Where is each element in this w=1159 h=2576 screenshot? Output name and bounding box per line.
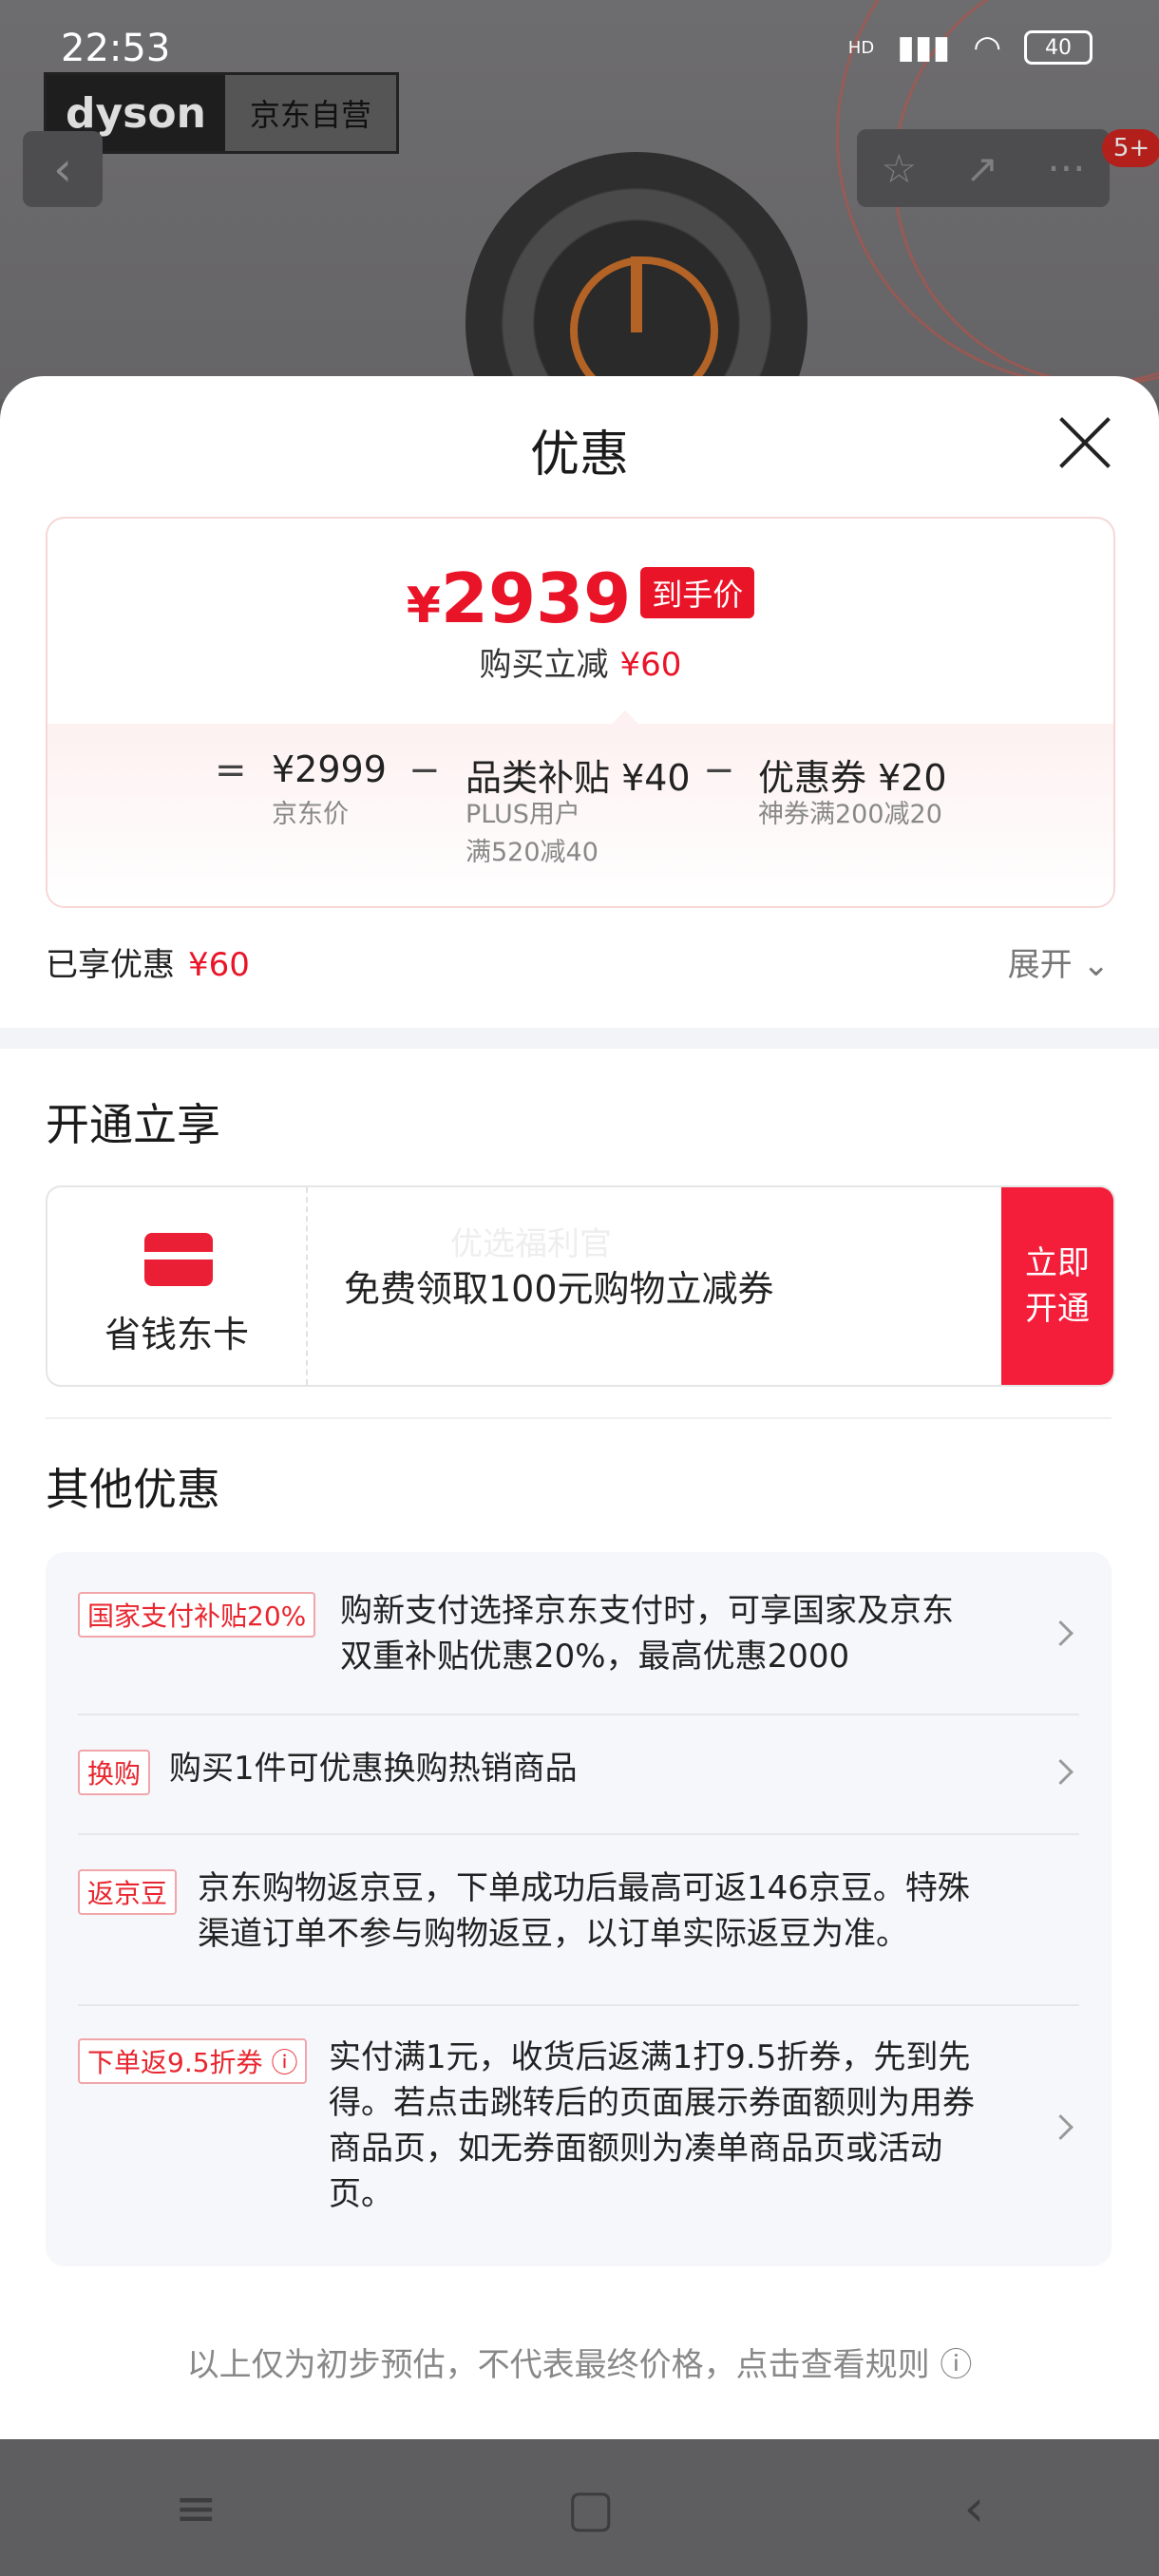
- self-operated-tag: 京东自营: [224, 75, 396, 151]
- nav-back-icon[interactable]: ‹: [964, 2478, 985, 2538]
- chevron-right-icon: [1048, 1620, 1074, 1646]
- reduce-value: ¥60: [619, 646, 682, 684]
- home-icon[interactable]: ▢: [566, 2478, 615, 2538]
- base-price: ¥2999: [272, 748, 387, 790]
- offer-text-line: 双重补贴优惠20%，最高优惠2000: [340, 1638, 850, 1676]
- back-button[interactable]: ‹: [23, 131, 103, 207]
- currency-symbol: ¥: [406, 578, 441, 635]
- close-icon[interactable]: [1056, 414, 1113, 471]
- base-price-label: 京东价: [272, 800, 349, 829]
- offer-tag-label: 下单返9.5折券: [87, 2047, 263, 2078]
- offer-tag: 国家支付补贴20%: [78, 1592, 316, 1638]
- expand-toggle[interactable]: 展开 ⌄: [1008, 938, 1110, 985]
- final-price-tag: 到手价: [640, 567, 755, 618]
- share-icon[interactable]: ↗: [965, 145, 998, 192]
- open-section-title: 开通立享: [46, 1099, 220, 1150]
- minus-sign: −: [703, 748, 735, 792]
- info-icon[interactable]: ⓘ: [271, 2047, 297, 2078]
- rules-note-text: 以上仅为初步预估，不代表最终价格，点击查看规则: [186, 2346, 930, 2384]
- offer-text-line: 渠道订单不参与购物返豆，以订单实际返豆为准。: [198, 1915, 908, 1953]
- battery-icon: 40: [1024, 30, 1092, 65]
- section-separator: [0, 1028, 1159, 1049]
- reduce-label: 购买立减: [479, 646, 609, 684]
- offer-text-line: 购新支付选择京东支付时，可享国家及京东: [340, 1592, 954, 1630]
- discount-sheet: 优惠 ¥2939 到手价 购买立减 ¥60 = ¥2999 京东价 − 品类补贴 ¥…: [0, 376, 1159, 2439]
- offer-tag: 换购: [78, 1750, 151, 1795]
- row-divider: [78, 2004, 1079, 2006]
- final-price: ¥2939 到手价: [48, 559, 1113, 638]
- info-icon: ⓘ: [940, 2346, 973, 2384]
- coupon-value: 优惠券 ¥20: [758, 757, 947, 799]
- network-label: HD: [847, 37, 875, 58]
- enjoyed-discount: 已享优惠 ¥60: [46, 938, 250, 985]
- card-offer-desc: 免费领取100元购物立减券: [344, 1268, 774, 1310]
- favorite-icon[interactable]: ☆: [882, 145, 918, 192]
- status-time: 22:53: [61, 27, 171, 70]
- offer-tag: 下单返9.5折券 ⓘ: [78, 2038, 308, 2084]
- price-summary: ¥2939 到手价 购买立减 ¥60: [48, 519, 1113, 724]
- signal-icon: ▮▮▮: [897, 28, 951, 66]
- equals-sign: =: [215, 748, 247, 792]
- subsidy-condition: PLUS用户: [466, 800, 580, 829]
- product-page-background: 22:53 HD ▮▮▮ ◠ 40 dyson 京东自营 ‹ ☆ ↗ ··· 5…: [0, 0, 1159, 399]
- category-subsidy: 品类补贴 ¥40: [466, 757, 691, 799]
- enjoyed-label: 已享优惠: [46, 946, 175, 984]
- row-divider: [78, 1833, 1079, 1835]
- subsidy-threshold: 满520减40: [466, 838, 598, 867]
- section-divider: [46, 1417, 1112, 1419]
- offer-item-return-coupon[interactable]: 下单返9.5折券 ⓘ 实付满1元，收货后返满1打9.5折券，先到先 得。若点击跳…: [78, 2035, 1075, 2221]
- wifi-icon: ◠: [973, 28, 1001, 66]
- system-nav-bar: ≡ ▢ ‹: [0, 2439, 1159, 2576]
- product-image: [466, 152, 808, 399]
- card-name: 省钱东卡: [104, 1314, 249, 1355]
- instant-reduction: 购买立减 ¥60: [48, 638, 1113, 685]
- product-stem: [631, 256, 642, 332]
- more-icon[interactable]: ···: [1047, 145, 1085, 192]
- message-badge: 5+: [1102, 129, 1159, 167]
- chevron-right-icon: [1048, 2114, 1074, 2140]
- offer-item-national-subsidy[interactable]: 国家支付补贴20% 购新支付选择京东支付时，可享国家及京东 双重补贴优惠20%，…: [78, 1588, 1075, 1679]
- status-icons: HD ▮▮▮ ◠ 40: [848, 28, 1092, 66]
- sheet-title: 优惠: [529, 426, 629, 483]
- rules-note[interactable]: 以上仅为初步预估，不代表最终价格，点击查看规则 ⓘ: [0, 2339, 1159, 2385]
- open-now-button[interactable]: 立即 开通: [1001, 1187, 1113, 1385]
- chevron-right-icon: [1048, 1759, 1074, 1785]
- offer-text-line: 购买1件可优惠换购热销商品: [169, 1750, 578, 1788]
- chevron-down-icon: ⌄: [1082, 946, 1111, 984]
- open-button-line1: 立即: [1025, 1244, 1090, 1282]
- offer-text-line: 得。若点击跳转后的页面展示券面额则为用券: [329, 2084, 975, 2122]
- final-price-value: 2939: [440, 559, 632, 638]
- offer-text-line: 页。: [329, 2175, 393, 2213]
- enjoyed-value: ¥60: [188, 946, 250, 984]
- offer-text-line: 京东购物返京豆，下单成功后最高可返146京豆。特殊: [198, 1869, 970, 1907]
- minus-sign: −: [408, 748, 441, 792]
- offer-text-line: 实付满1元，收货后返满1打9.5折券，先到先: [329, 2038, 971, 2076]
- open-button-line2: 开通: [1025, 1290, 1090, 1328]
- price-breakdown: = ¥2999 京东价 − 品类补贴 ¥40 PLUS用户 满520减40 − …: [48, 724, 1113, 906]
- other-section-title: 其他优惠: [46, 1464, 220, 1515]
- membership-card-offer[interactable]: 省钱东卡 优选福利官 免费领取100元购物立减券 立即 开通: [46, 1185, 1115, 1387]
- back-icon: ‹: [53, 142, 72, 197]
- offer-item-exchange[interactable]: 换购 购买1件可优惠换购热销商品: [78, 1746, 1075, 1799]
- coupon-condition: 神券满200减20: [758, 800, 942, 829]
- expand-label: 展开: [1007, 946, 1073, 984]
- price-card: ¥2939 到手价 购买立减 ¥60 = ¥2999 京东价 − 品类补贴 ¥40 …: [46, 517, 1115, 908]
- other-offers-list: 国家支付补贴20% 购新支付选择京东支付时，可享国家及京东 双重补贴优惠20%，…: [46, 1552, 1112, 2266]
- watermark-text: 优选福利官: [450, 1225, 612, 1263]
- offer-item-jingdou: 返京豆 京东购物返京豆，下单成功后最高可返146京豆。特殊 渠道订单不参与购物返…: [78, 1866, 1075, 1957]
- card-brand: 省钱东卡: [48, 1187, 308, 1385]
- row-divider: [78, 1714, 1079, 1715]
- top-actions: ☆ ↗ ···: [857, 129, 1110, 207]
- menu-icon[interactable]: ≡: [175, 2478, 218, 2538]
- offer-text-line: 商品页，如无券面额则为凑单商品页或活动: [329, 2130, 942, 2168]
- offer-tag: 返京豆: [78, 1869, 178, 1915]
- credit-card-icon: [144, 1233, 213, 1286]
